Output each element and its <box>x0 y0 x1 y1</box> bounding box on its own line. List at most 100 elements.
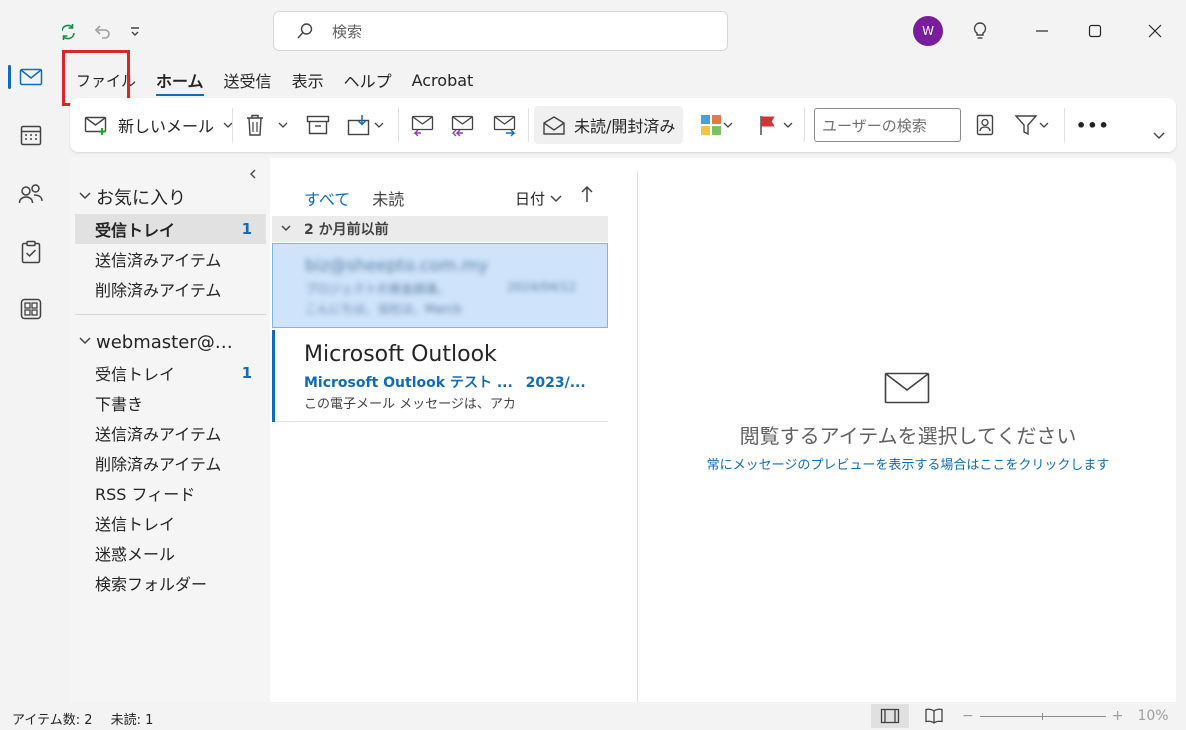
folder-sent-items[interactable]: 送信済みアイテム <box>75 418 266 448</box>
chevron-down-icon[interactable] <box>1038 120 1050 130</box>
new-mail-button[interactable]: 新しいメール <box>84 106 234 144</box>
reading-pane-message: 閲覧するアイテムを選択してください <box>739 424 1077 448</box>
chevron-down-icon <box>550 194 562 202</box>
rail-mail[interactable] <box>0 53 62 101</box>
tab-send-receive[interactable]: 送受信 <box>224 64 272 96</box>
move-button[interactable] <box>347 106 385 144</box>
tab-unread[interactable]: 未読 <box>372 186 404 218</box>
preview-settings-link[interactable]: 常にメッセージのプレビューを表示する場合はここをクリックします <box>640 454 1176 473</box>
normal-view-button[interactable] <box>871 704 909 728</box>
folder-divider <box>75 314 266 315</box>
flag-icon <box>760 116 775 135</box>
folder-outbox[interactable]: 送信トレイ <box>75 508 266 538</box>
minimize-button[interactable] <box>1029 18 1055 44</box>
flag-button[interactable] <box>758 106 794 144</box>
message-group-header[interactable]: 2 か月前以前 <box>272 216 608 242</box>
delete-button[interactable] <box>245 106 289 144</box>
undo-icon[interactable] <box>91 21 113 43</box>
ribbon-expand-chevron-icon[interactable] <box>1152 116 1166 154</box>
rail-apps[interactable] <box>0 285 62 333</box>
rail-people[interactable] <box>0 170 62 218</box>
folder-label: 送信済みアイテム <box>95 425 222 444</box>
account-group[interactable]: webmaster@… <box>78 332 233 353</box>
tab-help[interactable]: ヘルプ <box>344 64 392 96</box>
reply-all-button[interactable] <box>450 106 476 144</box>
message-item-selected[interactable]: biz@sheepto.com.my プロジェクトの資金調達。 2024/04/… <box>272 243 608 328</box>
forward-button[interactable] <box>492 106 518 144</box>
reply-icon <box>411 115 434 137</box>
tasks-clipboard-icon <box>21 240 41 264</box>
rail-tasks[interactable] <box>0 228 62 276</box>
customize-toolbar-icon[interactable] <box>124 21 146 43</box>
zoom-in-button[interactable]: + <box>1112 708 1124 724</box>
folder-label: 送信トレイ <box>95 515 176 534</box>
zoom-slider[interactable]: − + 10% <box>962 708 1169 724</box>
collapse-folder-pane-icon[interactable] <box>248 168 258 184</box>
new-mail-label: 新しいメール <box>118 117 215 136</box>
categorize-button[interactable] <box>700 106 734 144</box>
envelope-open-icon <box>543 116 565 135</box>
message-item[interactable]: Microsoft Outlook Microsoft Outlook テスト … <box>272 330 608 422</box>
close-button[interactable] <box>1142 18 1168 44</box>
zoom-out-button[interactable]: − <box>962 708 974 724</box>
search-input[interactable]: 検索 <box>273 11 728 51</box>
favorite-deleted-items[interactable]: 削除済みアイテム <box>75 274 266 304</box>
message-date: 2023/... <box>525 375 586 391</box>
folder-drafts[interactable]: 下書き <box>75 388 266 418</box>
folder-label: 送信済みアイテム <box>95 251 222 270</box>
categorize-icon <box>701 115 721 135</box>
archive-icon <box>306 115 330 135</box>
message-date: 2024/04/12 <box>507 280 577 294</box>
status-bar: アイテム数: 2 未読: 1 − + 10% <box>0 702 1186 730</box>
chevron-down-icon[interactable] <box>722 120 734 130</box>
reply-all-icon <box>451 115 474 137</box>
favorite-sent-items[interactable]: 送信済みアイテム <box>75 244 266 274</box>
folder-search-folders[interactable]: 検索フォルダー <box>75 568 266 598</box>
folder-label: RSS フィード <box>95 485 196 504</box>
chevron-down-icon <box>78 190 94 205</box>
folder-rss-feeds[interactable]: RSS フィード <box>75 478 266 508</box>
chevron-down-icon[interactable] <box>782 120 794 130</box>
more-options-button[interactable]: ••• <box>1076 106 1110 144</box>
chevron-down-icon[interactable] <box>277 120 289 130</box>
rail-calendar[interactable] <box>0 111 62 159</box>
folder-inbox[interactable]: 受信トレイ 1 <box>75 358 266 388</box>
tab-view[interactable]: 表示 <box>292 64 324 96</box>
message-sender: Microsoft Outlook <box>304 342 497 367</box>
folder-junk-email[interactable]: 迷惑メール <box>75 538 266 568</box>
filter-button[interactable] <box>1014 106 1050 144</box>
unread-count-status: 未読: 1 <box>110 713 154 728</box>
sort-by-date-button[interactable]: 日付 <box>515 188 563 209</box>
maximize-button[interactable] <box>1082 18 1108 44</box>
tab-home[interactable]: ホーム <box>156 64 204 96</box>
zoom-track[interactable] <box>979 712 1106 720</box>
reading-pane-divider[interactable] <box>637 172 638 702</box>
read-unread-button[interactable]: 未読/開封済み <box>534 106 684 144</box>
people-icon <box>18 184 43 204</box>
favorite-inbox[interactable]: 受信トレイ 1 <box>75 214 266 244</box>
tab-acrobat[interactable]: Acrobat <box>412 67 474 94</box>
archive-button[interactable] <box>306 106 330 144</box>
move-to-folder-icon <box>347 115 370 136</box>
normal-view-icon <box>880 708 900 724</box>
message-filter-tabs: すべて 未読 <box>304 186 404 218</box>
ribbon: 新しいメール 未読/開封済み ユーザーの検索 ••• <box>70 98 1176 152</box>
folder-deleted-items[interactable]: 削除済みアイテム <box>75 448 266 478</box>
new-mail-icon <box>84 116 107 135</box>
address-book-button[interactable] <box>975 106 995 144</box>
trash-icon <box>247 114 263 136</box>
favorites-group[interactable]: お気に入り <box>78 184 186 210</box>
folder-label: 下書き <box>95 395 144 414</box>
ribbon-divider <box>232 108 233 142</box>
user-search-input[interactable]: ユーザーの検索 <box>814 108 961 142</box>
tab-all[interactable]: すべて <box>304 186 351 218</box>
zoom-level: 10% <box>1137 708 1169 724</box>
message-subject: プロジェクトの資金調達。 <box>305 282 450 296</box>
sort-direction-arrow-icon[interactable] <box>580 185 594 208</box>
chevron-down-icon[interactable] <box>373 120 385 130</box>
reading-view-button[interactable] <box>915 704 953 728</box>
reply-button[interactable] <box>410 106 436 144</box>
reading-view-book-icon <box>925 708 943 724</box>
avatar[interactable]: W <box>913 16 943 46</box>
tips-lightbulb-icon[interactable] <box>967 18 993 44</box>
